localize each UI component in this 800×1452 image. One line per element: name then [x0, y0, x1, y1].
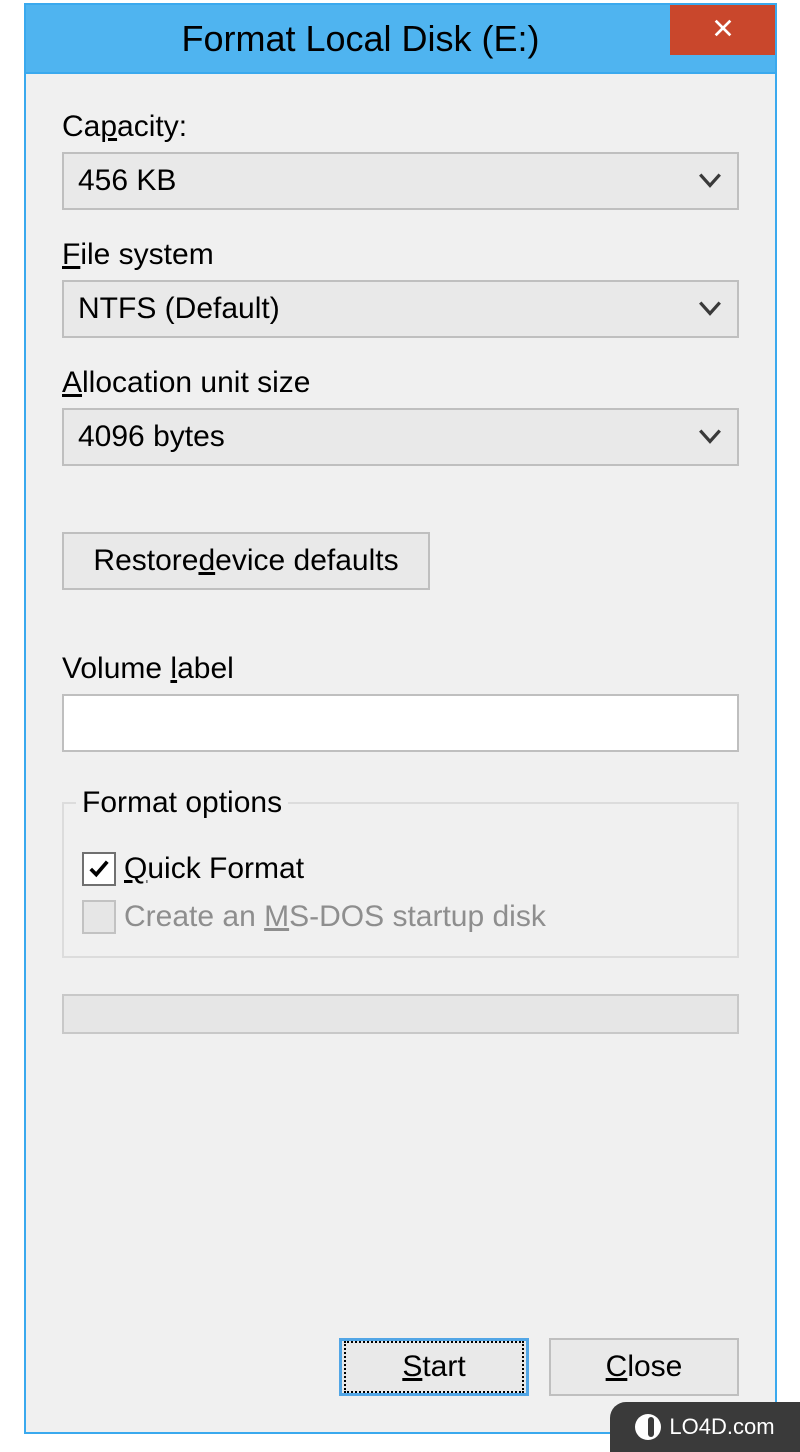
msdos-row: Create an MS-DOS startup disk: [82, 900, 719, 934]
file-system-label: File system: [62, 238, 739, 272]
watermark-logo-icon: [635, 1414, 661, 1440]
volume-label-input[interactable]: [62, 694, 739, 752]
restore-defaults-button[interactable]: Restore device defaults: [62, 532, 430, 590]
chevron-down-icon: [697, 164, 723, 198]
format-options-group: Format options Quick Format Create an MS…: [62, 786, 739, 958]
file-system-value: NTFS (Default): [78, 292, 280, 326]
msdos-checkbox: [82, 900, 116, 934]
allocation-combo[interactable]: 4096 bytes: [62, 408, 739, 466]
file-system-combo[interactable]: NTFS (Default): [62, 280, 739, 338]
window-title: Format Local Disk (E:): [26, 18, 775, 60]
title-bar: Format Local Disk (E:): [26, 5, 775, 72]
close-window-button[interactable]: [670, 5, 775, 55]
quick-format-row[interactable]: Quick Format: [82, 852, 719, 886]
quick-format-checkbox[interactable]: [82, 852, 116, 886]
start-button[interactable]: Start: [339, 1338, 529, 1396]
capacity-label: Capacity:: [62, 110, 739, 144]
allocation-value: 4096 bytes: [78, 420, 225, 454]
format-dialog-window: Format Local Disk (E:) Capacity: 456 KB …: [24, 3, 777, 1434]
close-icon: [712, 17, 734, 44]
capacity-value: 456 KB: [78, 164, 176, 198]
quick-format-label: Quick Format: [124, 852, 304, 886]
chevron-down-icon: [697, 292, 723, 326]
close-button[interactable]: Close: [549, 1338, 739, 1396]
volume-label-label: Volume label: [62, 652, 739, 686]
chevron-down-icon: [697, 420, 723, 454]
client-area: Capacity: 456 KB File system NTFS (Defau…: [26, 72, 775, 1432]
format-options-legend: Format options: [76, 786, 288, 820]
progress-bar: [62, 994, 739, 1034]
button-row: Start Close: [62, 1338, 739, 1396]
watermark: LO4D.com: [610, 1402, 800, 1452]
capacity-combo[interactable]: 456 KB: [62, 152, 739, 210]
watermark-text: LO4D.com: [669, 1414, 774, 1440]
allocation-label: Allocation unit size: [62, 366, 739, 400]
msdos-label: Create an MS-DOS startup disk: [124, 900, 546, 934]
